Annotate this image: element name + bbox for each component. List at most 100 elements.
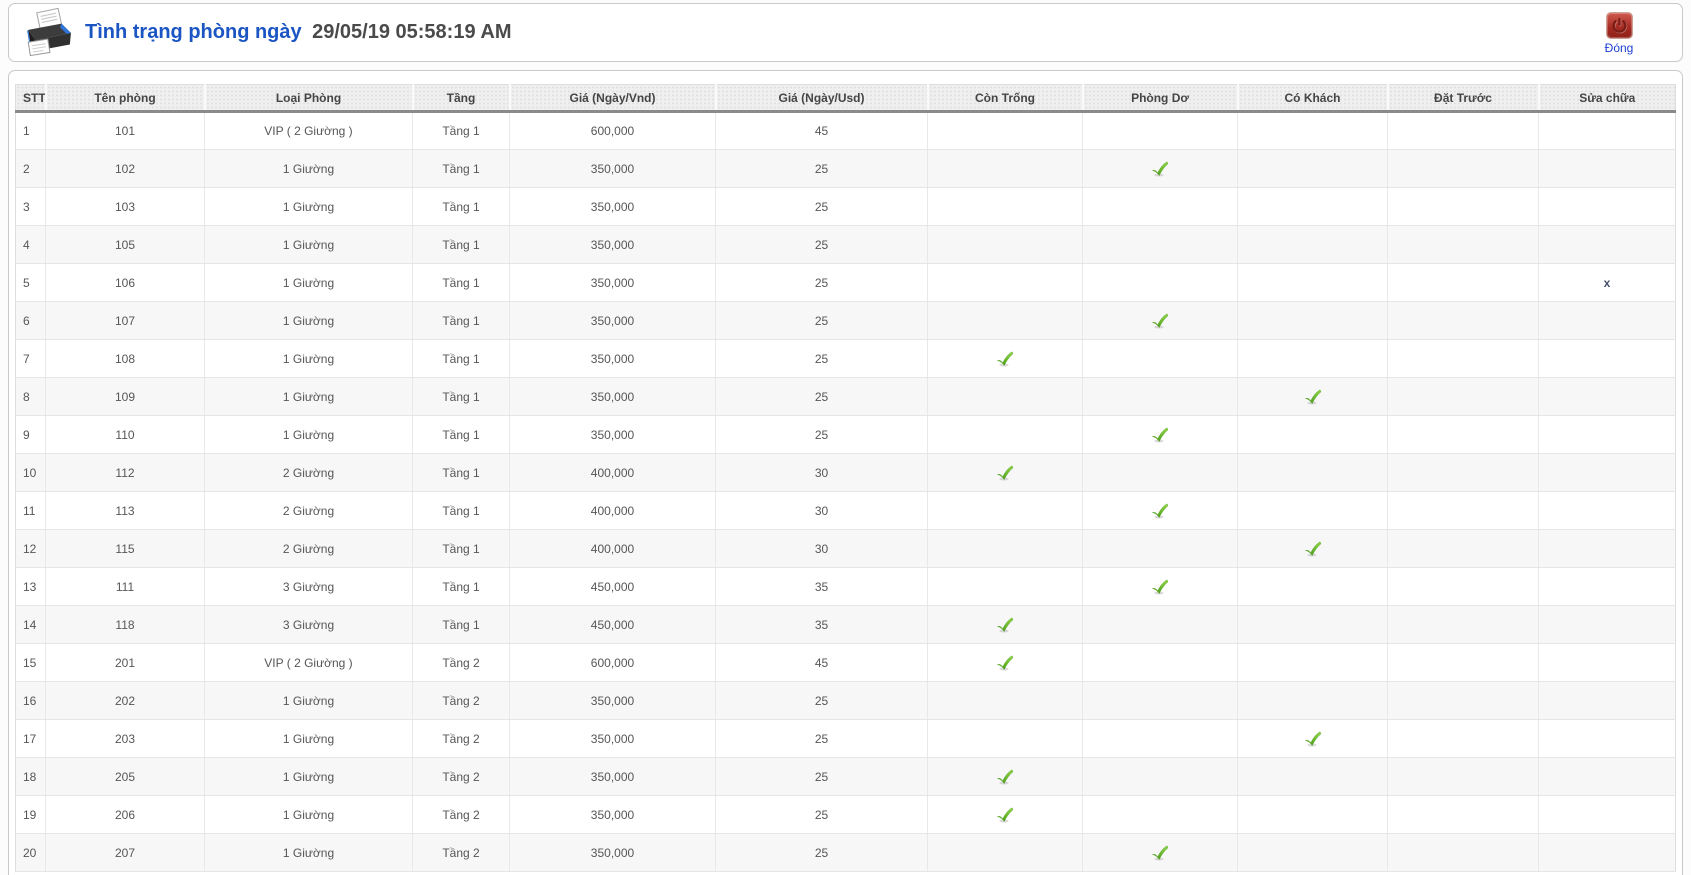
power-icon[interactable] [1605, 12, 1633, 39]
stt-cell: 13 [15, 567, 46, 606]
room-type-cell: 1 Giường [204, 301, 413, 340]
page-title: Tình trạng phòng ngày 29/05/19 05:58:19 … [85, 21, 511, 44]
price-usd-cell: 45 [715, 643, 928, 682]
price-vnd-cell: 350,000 [509, 263, 716, 302]
room-status-table: STT Tên phòng Loại Phòng Tầng Giá (Ngày/… [15, 84, 1676, 872]
vacant-status-cell [927, 833, 1083, 872]
report-header-bar: Tình trạng phòng ngày 29/05/19 05:58:19 … [8, 3, 1683, 62]
dirty-status-cell [1082, 453, 1238, 492]
reserved-status-cell [1387, 795, 1539, 834]
price-usd-cell: 30 [715, 491, 928, 530]
price-vnd-cell: 400,000 [509, 491, 716, 530]
price-vnd-cell: 600,000 [509, 111, 716, 150]
stt-cell: 7 [15, 339, 46, 378]
vacant-status-cell [927, 529, 1083, 568]
price-usd-cell: 25 [715, 149, 928, 188]
stt-cell: 9 [15, 415, 46, 454]
room-name-cell: 107 [45, 301, 205, 340]
reserved-status-cell [1387, 339, 1539, 378]
dirty-status-cell [1082, 111, 1238, 150]
occupied-status-cell [1237, 491, 1388, 530]
dirty-status-cell [1082, 643, 1238, 682]
dirty-status-cell [1082, 833, 1238, 872]
repair-status-cell [1538, 415, 1676, 454]
table-row: 2 102 1 Giường Tầng 1 350,000 25 [15, 149, 1676, 188]
vacant-status-cell [927, 605, 1083, 644]
occupied-status-cell [1237, 643, 1388, 682]
dirty-status-cell [1082, 263, 1238, 302]
table-row: 7 108 1 Giường Tầng 1 350,000 25 [15, 339, 1676, 378]
room-status-panel: STT Tên phòng Loại Phòng Tầng Giá (Ngày/… [8, 70, 1683, 875]
occupied-status-cell [1237, 757, 1388, 796]
close-button-label: Đóng [1604, 41, 1634, 55]
close-button[interactable]: Đóng [1602, 12, 1636, 55]
check-icon [1304, 389, 1321, 404]
floor-cell: Tầng 1 [412, 529, 510, 568]
stt-cell: 6 [15, 301, 46, 340]
room-type-cell: 1 Giường [204, 149, 413, 188]
reserved-status-cell [1387, 681, 1539, 720]
table-row: 20 207 1 Giường Tầng 2 350,000 25 [15, 833, 1676, 872]
price-vnd-cell: 350,000 [509, 795, 716, 834]
dirty-status-cell [1082, 567, 1238, 606]
reserved-status-cell [1387, 149, 1539, 188]
table-row: 6 107 1 Giường Tầng 1 350,000 25 [15, 301, 1676, 340]
price-vnd-cell: 350,000 [509, 149, 716, 188]
repair-status-cell [1538, 225, 1676, 264]
occupied-status-cell [1237, 567, 1388, 606]
floor-cell: Tầng 1 [412, 263, 510, 302]
dirty-status-cell [1082, 757, 1238, 796]
room-name-cell: 101 [45, 111, 205, 150]
repair-status-cell [1538, 795, 1676, 834]
room-name-cell: 109 [45, 377, 205, 416]
stt-cell: 20 [15, 833, 46, 872]
check-icon [1151, 427, 1169, 442]
repair-status-cell [1538, 453, 1676, 492]
printer-icon[interactable] [19, 7, 79, 58]
price-usd-cell: 25 [715, 263, 928, 302]
repair-status-cell [1538, 187, 1676, 226]
table-row: 14 118 3 Giường Tầng 1 450,000 35 [15, 605, 1676, 644]
price-vnd-cell: 350,000 [509, 225, 716, 264]
occupied-status-cell [1237, 339, 1388, 378]
reserved-status-cell [1387, 833, 1539, 872]
col-header-dirty: Phòng Dơ [1081, 84, 1238, 113]
occupied-status-cell [1237, 833, 1388, 872]
table-row: 5 106 1 Giường Tầng 1 350,000 25 x [15, 263, 1676, 302]
room-name-cell: 112 [45, 453, 205, 492]
col-header-floor: Tầng [411, 84, 510, 113]
room-name-cell: 118 [45, 605, 205, 644]
occupied-status-cell [1237, 453, 1388, 492]
dirty-status-cell [1082, 795, 1238, 834]
check-icon [996, 617, 1014, 632]
price-vnd-cell: 350,000 [509, 301, 716, 340]
reserved-status-cell [1387, 225, 1539, 264]
page-title-datetime: 29/05/19 05:58:19 AM [312, 21, 512, 43]
price-vnd-cell: 350,000 [509, 187, 716, 226]
reserved-status-cell [1387, 643, 1539, 682]
floor-cell: Tầng 2 [412, 833, 510, 872]
occupied-status-cell [1237, 225, 1388, 264]
stt-cell: 17 [15, 719, 46, 758]
price-usd-cell: 25 [715, 833, 928, 872]
repair-status-cell [1538, 833, 1676, 872]
room-type-cell: 1 Giường [204, 377, 413, 416]
dirty-status-cell [1082, 605, 1238, 644]
room-type-cell: 2 Giường [204, 529, 413, 568]
check-icon [1151, 579, 1169, 594]
check-icon [996, 465, 1014, 480]
occupied-status-cell [1237, 301, 1388, 340]
vacant-status-cell [927, 643, 1083, 682]
occupied-status-cell [1237, 187, 1388, 226]
vacant-status-cell [927, 149, 1083, 188]
table-row: 9 110 1 Giường Tầng 1 350,000 25 [15, 415, 1676, 454]
floor-cell: Tầng 1 [412, 415, 510, 454]
repair-status-cell [1538, 529, 1676, 568]
dirty-status-cell [1082, 225, 1238, 264]
price-vnd-cell: 450,000 [509, 567, 716, 606]
occupied-status-cell [1237, 149, 1388, 188]
check-icon [1151, 503, 1169, 518]
table-row: 8 109 1 Giường Tầng 1 350,000 25 [15, 377, 1676, 416]
vacant-status-cell [927, 681, 1083, 720]
room-name-cell: 108 [45, 339, 205, 378]
